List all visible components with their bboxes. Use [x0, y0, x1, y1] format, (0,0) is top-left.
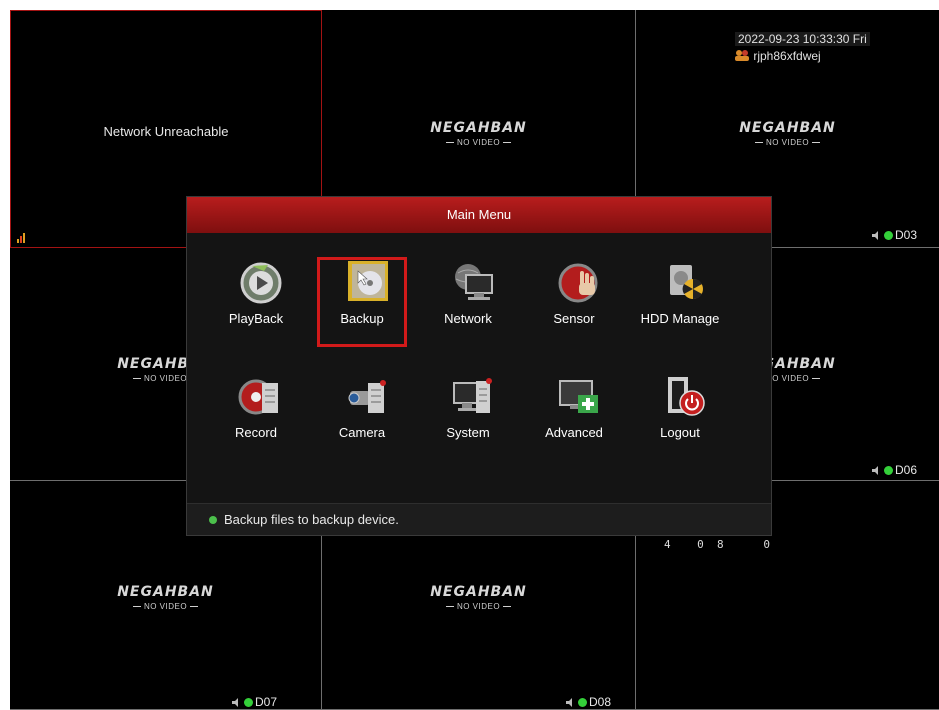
menu-item-record[interactable]: Record: [211, 371, 301, 461]
info-dot-icon: [209, 516, 217, 524]
date-time-display: 2022-09-23 10:33:30 Fri: [735, 32, 870, 46]
negahban-logo: NEGAHBAN: [430, 584, 527, 600]
playback-label: PlayBack: [228, 311, 284, 326]
network-label: Network: [444, 311, 492, 326]
backup-label: Backup: [340, 311, 384, 326]
system-monitor-icon: [453, 378, 492, 413]
negahban-logo: NEGAHBAN: [430, 120, 527, 136]
hdd-manage-label: HDD Manage: [640, 311, 720, 326]
main-menu-dialog: Main Menu PlayBack Backup Network Sensor…: [186, 196, 772, 536]
logout-label: Logout: [660, 425, 700, 440]
advanced-label: Advanced: [545, 425, 603, 440]
menu-item-playback[interactable]: PlayBack: [211, 257, 301, 347]
menu-item-sensor[interactable]: Sensor: [529, 257, 619, 347]
menu-item-network[interactable]: Network: [423, 257, 513, 347]
menu-item-system[interactable]: System: [423, 371, 513, 461]
channel-status-d08: D08: [566, 695, 611, 709]
record-icon: [238, 379, 278, 415]
speaker-icon: [872, 466, 878, 475]
menu-hint-bar: Backup files to backup device.: [187, 503, 771, 535]
channel-status-d03: D03: [872, 228, 917, 242]
logout-icon: [668, 377, 705, 416]
negahban-logo: NEGAHBAN: [739, 120, 836, 136]
main-menu-title: Main Menu: [187, 197, 771, 233]
backup-disc-icon: [348, 261, 388, 301]
user-group-icon: [735, 50, 749, 61]
speaker-icon: [566, 698, 572, 707]
main-menu-grid: PlayBack Backup Network Sensor HDD Manag…: [187, 235, 771, 493]
online-status-icon: [884, 466, 893, 475]
network-globe-icon: [455, 264, 493, 300]
channel-status-d06: D06: [872, 463, 917, 477]
dvr-screen: Network Unreachable NEGAHBAN NO VIDEO 20…: [10, 10, 939, 710]
negahban-logo: NEGAHBAN: [117, 584, 214, 600]
user-display: rjph86xfdwej: [734, 49, 821, 63]
no-video-label: NO VIDEO: [322, 602, 635, 611]
sensor-label: Sensor: [553, 311, 595, 326]
speaker-icon: [872, 231, 878, 240]
network-unreachable-text: Network Unreachable: [103, 124, 229, 139]
menu-item-backup[interactable]: Backup: [317, 257, 407, 347]
system-label: System: [446, 425, 490, 440]
camera-label: Camera: [338, 425, 386, 440]
sensor-hand-icon: [558, 263, 598, 303]
camera-icon: [348, 380, 386, 413]
menu-item-camera[interactable]: Camera: [317, 371, 407, 461]
playback-icon: [240, 262, 282, 304]
advanced-icon: [559, 380, 598, 413]
online-status-icon: [884, 231, 893, 240]
speaker-icon: [232, 698, 238, 707]
no-video-label: NO VIDEO: [636, 138, 939, 147]
menu-hint-text: Backup files to backup device.: [224, 512, 399, 527]
menu-item-logout[interactable]: Logout: [635, 371, 725, 461]
channel-status-d07: D07: [232, 695, 277, 709]
no-video-label: NO VIDEO: [10, 602, 321, 611]
online-status-icon: [578, 698, 587, 707]
record-label: Record: [235, 425, 277, 440]
hdd-icon: [670, 265, 703, 300]
online-status-icon: [244, 698, 253, 707]
signal-bars-icon: [17, 233, 25, 243]
no-video-label: NO VIDEO: [322, 138, 635, 147]
menu-item-advanced[interactable]: Advanced: [529, 371, 619, 461]
menu-item-hdd-manage[interactable]: HDD Manage: [635, 257, 725, 347]
